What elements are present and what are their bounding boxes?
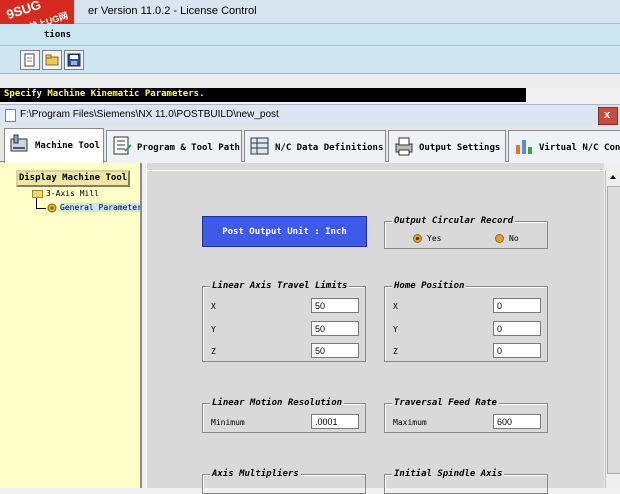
resolution-minimum-field[interactable]: .0001 [311, 414, 359, 429]
group-title: Initial Spindle Axis [392, 469, 505, 479]
radio-yes-label: Yes [427, 234, 442, 243]
axis-multipliers-group: Axis Multipliers [202, 469, 366, 494]
tab-strip: Machine Tool Program & Tool Path N/C Dat… [0, 126, 620, 163]
tab-label: Virtual N/C Con [539, 143, 620, 153]
document-title-bar: F:\Program Files\Siemens\NX 11.0\POSTBUI… [0, 104, 620, 126]
app-title: er Version 11.0.2 - License Control [88, 5, 257, 17]
close-icon: x [604, 109, 611, 121]
program-icon [113, 136, 132, 155]
group-title: Home Position [392, 281, 467, 291]
open-folder-icon [45, 54, 59, 66]
tab-machine-tool[interactable]: Machine Tool [4, 128, 104, 163]
status-message: Specify Machine Kinematic Parameters. [4, 89, 205, 99]
traversal-feed-rate-group: Traversal Feed Rate Maximum 600 [384, 398, 548, 433]
tab-label: Program & Tool Path [137, 143, 240, 153]
status-bar: Specify Machine Kinematic Parameters. [0, 88, 526, 102]
radio-no[interactable] [495, 234, 504, 243]
tab-label: N/C Data Definitions [275, 143, 384, 153]
radio-no-label: No [509, 234, 519, 243]
linear-axis-travel-limits-group: Linear Axis Travel Limits X 50 Y 50 Z 50 [202, 281, 366, 362]
close-button[interactable]: x [598, 107, 618, 125]
row-label: Y [211, 325, 216, 334]
travel-limit-y-field[interactable]: 50 [311, 321, 359, 336]
toolbar [0, 46, 620, 74]
display-machine-tool-button[interactable]: Display Machine Tool [16, 170, 130, 187]
group-title: Linear Axis Travel Limits [210, 281, 350, 291]
group-title: Traversal Feed Rate [392, 398, 499, 408]
post-output-unit-button[interactable]: Post Output Unit : Inch [202, 216, 367, 247]
gear-icon [47, 203, 57, 213]
row-label: Z [393, 347, 398, 356]
row-label: Maximum [393, 418, 427, 427]
virtual-nc-icon [516, 140, 532, 154]
scroll-thumb[interactable] [607, 186, 620, 474]
machine-tool-icon [10, 134, 28, 152]
row-label: Minimum [211, 418, 245, 427]
folder-icon [32, 190, 43, 198]
scroll-up-icon[interactable] [608, 172, 618, 182]
open-button[interactable] [42, 50, 62, 70]
tab-nc-data-definitions[interactable]: N/C Data Definitions [244, 130, 386, 162]
tab-program-tool-path[interactable]: Program & Tool Path [106, 130, 242, 162]
row-label: Y [393, 325, 398, 334]
vertical-scrollbar[interactable] [605, 170, 620, 488]
group-title: Linear Motion Resolution [210, 398, 345, 408]
home-x-field[interactable]: 0 [493, 298, 541, 313]
tab-label: Output Settings [419, 143, 501, 153]
tree-item-3-axis-mill[interactable]: 3-Axis Mill [46, 189, 99, 198]
menu-item-options[interactable]: tions [44, 30, 71, 40]
app-title-bar: er Version 11.0.2 - License Control [0, 0, 620, 24]
row-label: X [393, 302, 398, 311]
tree-item-general-parameters[interactable]: General Parameters [60, 203, 140, 212]
home-position-group: Home Position X 0 Y 0 Z 0 [384, 281, 548, 362]
home-y-field[interactable]: 0 [493, 321, 541, 336]
menu-bar: tions [0, 24, 620, 46]
travel-limit-z-field[interactable]: 50 [311, 343, 359, 358]
tree-connector [36, 208, 46, 209]
new-file-icon [24, 53, 35, 67]
document-icon [5, 109, 16, 122]
row-label: X [211, 302, 216, 311]
printer-icon [395, 137, 413, 156]
home-z-field[interactable]: 0 [493, 343, 541, 358]
new-file-button[interactable] [20, 50, 40, 70]
tab-label: Machine Tool [35, 141, 101, 151]
separator [0, 74, 620, 88]
output-circular-record-group: Output Circular Record Yes No [384, 216, 548, 249]
initial-spindle-axis-group: Initial Spindle Axis [384, 469, 548, 494]
tab-output-settings[interactable]: Output Settings [388, 130, 506, 162]
tab-virtual-nc[interactable]: Virtual N/C Con [508, 130, 620, 162]
group-title: Output Circular Record [392, 216, 516, 226]
linear-motion-resolution-group: Linear Motion Resolution Minimum .0001 [202, 398, 366, 433]
row-label: Z [211, 347, 216, 356]
nc-data-icon [250, 137, 269, 155]
save-icon [67, 53, 81, 67]
save-button[interactable] [64, 50, 84, 70]
travel-limit-x-field[interactable]: 50 [311, 298, 359, 313]
separator [146, 170, 605, 171]
document-path: F:\Program Files\Siemens\NX 11.0\POSTBUI… [20, 109, 279, 120]
group-title: Axis Multipliers [210, 469, 301, 479]
feed-rate-maximum-field[interactable]: 600 [493, 414, 541, 429]
radio-yes[interactable] [413, 234, 422, 243]
